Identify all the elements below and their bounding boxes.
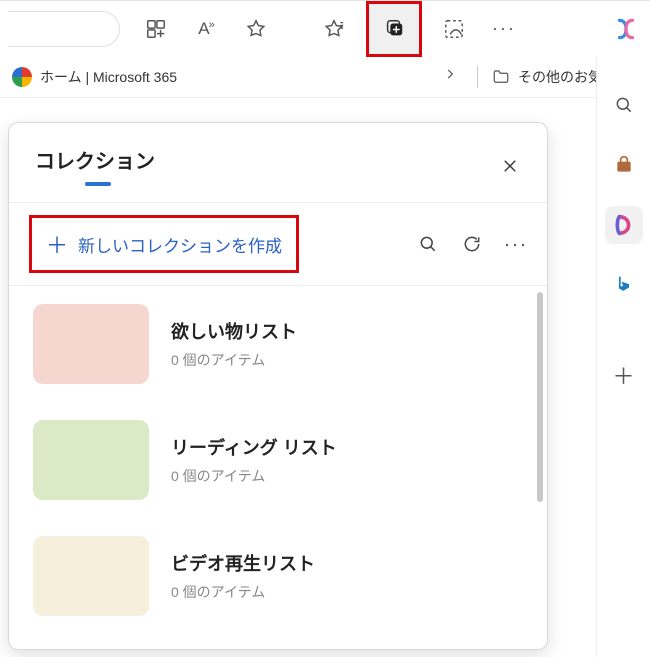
collection-count: 0 個のアイテム — [171, 466, 337, 486]
more-icon[interactable]: ··· — [505, 233, 527, 255]
web-capture-icon[interactable] — [436, 11, 472, 47]
collection-name: 欲しい物リスト — [171, 318, 297, 344]
collection-thumbnail — [33, 536, 149, 616]
search-icon[interactable] — [417, 233, 439, 255]
copilot-icon[interactable] — [608, 11, 644, 47]
collection-thumbnail — [33, 420, 149, 500]
divider — [477, 66, 478, 88]
panel-header: コレクション — [9, 123, 547, 196]
panel-toolbar-right: ··· — [417, 233, 527, 255]
collection-thumbnail — [33, 304, 149, 384]
sidebar-shopping-icon[interactable] — [605, 146, 643, 184]
plus-icon: ＋ — [46, 228, 68, 260]
read-aloud-icon[interactable]: A» — [188, 11, 224, 47]
scrollbar[interactable] — [537, 292, 543, 636]
refresh-icon[interactable] — [461, 233, 483, 255]
collections-list: 欲しい物リスト 0 個のアイテム リーディング リスト 0 個のアイテム ビデオ… — [9, 286, 547, 642]
extensions-icon[interactable] — [138, 11, 174, 47]
collection-count: 0 個のアイテム — [171, 350, 297, 370]
sidebar-search-icon[interactable] — [605, 86, 643, 124]
favorites-list-icon[interactable] — [316, 11, 352, 47]
collection-name: ビデオ再生リスト — [171, 550, 315, 576]
panel-title: コレクション — [35, 145, 155, 186]
m365-icon — [12, 67, 32, 87]
toolbar-icon-group: A» ··· — [138, 1, 522, 57]
collections-panel: コレクション ＋ 新しいコレクションを作成 ··· 欲しい物リスト 0 個のアイ… — [8, 122, 548, 650]
edge-sidebar: ＋ — [596, 56, 650, 657]
bookmark-home-label: ホーム | Microsoft 365 — [40, 67, 177, 87]
browser-toolbar: A» ··· — [0, 0, 650, 56]
collection-item[interactable]: ビデオ再生リスト 0 個のアイテム — [9, 518, 547, 634]
new-collection-button[interactable]: ＋ 新しいコレクションを作成 — [29, 215, 299, 273]
collection-item[interactable]: リーディング リスト 0 個のアイテム — [9, 402, 547, 518]
bookmarks-overflow-chevron-icon[interactable] — [443, 67, 457, 86]
sidebar-add-icon[interactable]: ＋ — [605, 356, 643, 394]
bookmarks-bar: ホーム | Microsoft 365 その他のお気に入り — [0, 56, 650, 98]
address-bar-end[interactable] — [8, 11, 120, 47]
collections-button-highlight — [366, 1, 422, 57]
sidebar-bing-icon[interactable] — [605, 266, 643, 304]
collection-item[interactable]: 欲しい物リスト 0 個のアイテム — [9, 286, 547, 402]
more-icon[interactable]: ··· — [486, 11, 522, 47]
panel-toolbar: ＋ 新しいコレクションを作成 ··· — [9, 203, 547, 285]
close-icon[interactable] — [495, 151, 525, 181]
favorites-star-icon[interactable] — [238, 11, 274, 47]
collections-icon[interactable] — [376, 11, 412, 47]
sidebar-m365-icon[interactable] — [605, 206, 643, 244]
collection-count: 0 個のアイテム — [171, 582, 315, 602]
collection-name: リーディング リスト — [171, 434, 337, 460]
new-collection-label: 新しいコレクションを作成 — [78, 232, 282, 257]
scrollbar-thumb[interactable] — [537, 292, 543, 502]
bookmark-home-m365[interactable]: ホーム | Microsoft 365 — [6, 63, 183, 91]
folder-icon — [492, 68, 510, 86]
